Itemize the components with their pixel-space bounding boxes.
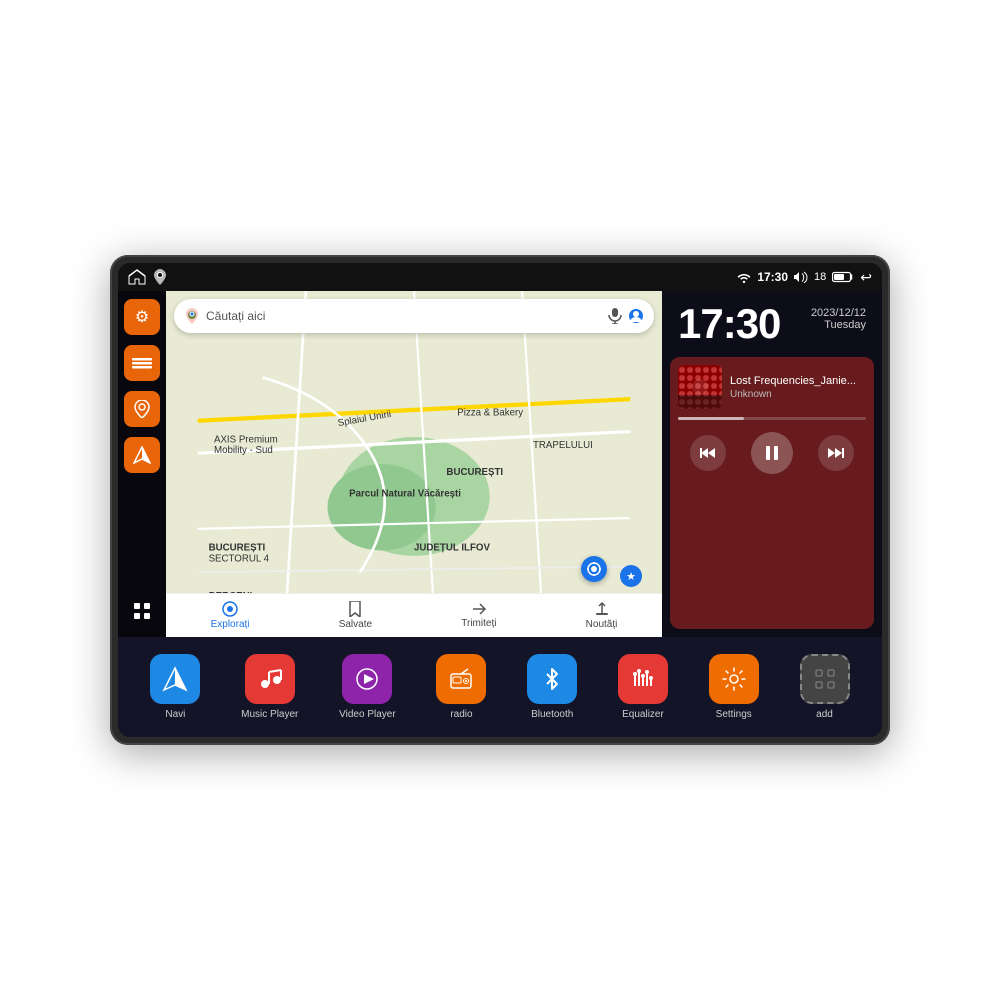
svg-text:BUCUREȘTI: BUCUREȘTI [209,543,266,554]
app-radio-label: radio [450,709,472,720]
app-music-label: Music Player [241,709,298,720]
clock-date: 2023/12/12 [811,307,866,319]
app-add-label: add [816,709,833,720]
left-sidebar: ⚙ [118,291,166,637]
sidebar-dots-btn[interactable] [124,593,160,629]
app-video-label: Video Player [339,709,396,720]
maps-logo [184,308,200,324]
home-icon[interactable] [128,269,146,285]
app-equalizer[interactable]: Equalizer [618,654,668,720]
svg-text:Parcul Natural Văcărești: Parcul Natural Văcărești [349,488,461,499]
nav-location-btn[interactable] [581,556,607,582]
right-panel: 17:30 2023/12/12 Tuesday [662,291,882,637]
sidebar-map-btn[interactable] [124,391,160,427]
app-bluetooth[interactable]: Bluetooth [527,654,577,720]
sidebar-nav-btn[interactable] [124,437,160,473]
app-add[interactable]: add [800,654,850,720]
map-area[interactable]: AXIS Premium Mobility - Sud Pizza & Bake… [166,291,662,637]
clock-day: Tuesday [811,319,866,331]
svg-text:AXIS Premium: AXIS Premium [214,434,278,445]
main-area: ⚙ [118,291,882,637]
album-art [678,365,722,409]
map-search-text: Căutați aici [206,309,602,323]
map-container: AXIS Premium Mobility - Sud Pizza & Bake… [166,291,662,637]
svg-text:Mobility - Sud: Mobility - Sud [214,445,273,456]
map-icon[interactable] [154,269,166,285]
svg-text:BUCUREȘTI: BUCUREȘTI [446,467,503,478]
map-news-btn[interactable]: Noutăți [586,601,618,630]
svg-text:TRAPELULUI: TRAPELULUI [533,440,593,451]
progress-bar-bg [678,417,866,420]
map-search-bar[interactable]: Căutați aici [174,299,654,333]
music-player: Lost Frequencies_Janie... Unknown [670,357,874,629]
svg-text:JUDEȚUL ILFOV: JUDEȚUL ILFOV [414,543,490,554]
news-label: Noutăți [586,619,618,630]
sidebar-settings-btn[interactable]: ⚙ [124,299,160,335]
clock-area: 17:30 2023/12/12 Tuesday [662,291,882,357]
app-radio[interactable]: radio [436,654,486,720]
map-share-btn[interactable]: Trimiteți [461,602,496,629]
progress-bar-fill [678,417,744,420]
saved-label: Salvate [339,619,372,630]
track-details: Lost Frequencies_Janie... Unknown [730,375,866,400]
device-screen: 17:30 18 ↩ [118,263,882,737]
map-explore-btn[interactable]: Explorați [211,601,250,630]
track-artist: Unknown [730,389,866,400]
volume-icon[interactable] [794,271,808,283]
account-icon[interactable] [628,308,644,324]
app-settings-label: Settings [716,709,752,720]
app-bluetooth-label: Bluetooth [531,709,573,720]
nav-star-btn[interactable]: ★ [620,565,642,587]
app-navi-label: Navi [165,709,185,720]
apps-row: Navi Music Player [118,637,882,737]
app-navi[interactable]: Navi [150,654,200,720]
music-track-info: Lost Frequencies_Janie... Unknown [678,365,866,409]
back-icon[interactable]: ↩ [860,269,872,286]
music-controls [678,428,866,478]
app-settings[interactable]: Settings [709,654,759,720]
explore-label: Explorați [211,619,250,630]
sidebar-files-btn[interactable] [124,345,160,381]
battery-icon [832,271,854,283]
track-name: Lost Frequencies_Janie... [730,375,866,387]
svg-text:Pizza & Bakery: Pizza & Bakery [457,407,523,418]
next-button[interactable] [818,435,854,471]
status-time: 17:30 [757,270,788,284]
app-music[interactable]: Music Player [241,654,298,720]
svg-text:SECTORUL 4: SECTORUL 4 [209,553,270,564]
mic-icon[interactable] [608,308,622,324]
status-left [128,269,166,285]
status-bar: 17:30 18 ↩ [118,263,882,291]
share-label: Trimiteți [461,618,496,629]
map-svg: AXIS Premium Mobility - Sud Pizza & Bake… [166,291,662,637]
app-equalizer-label: Equalizer [622,709,664,720]
prev-button[interactable] [690,435,726,471]
device-frame: 17:30 18 ↩ [110,255,890,745]
wifi-icon [737,271,751,283]
battery-level: 18 [814,271,826,283]
status-right: 17:30 18 ↩ [737,269,872,286]
map-saved-btn[interactable]: Salvate [339,601,372,630]
app-video[interactable]: Video Player [339,654,396,720]
clock-time: 17:30 [678,303,780,345]
pause-button[interactable] [751,432,793,474]
map-bottom-bar: Explorați Salvate Trimiteț [166,593,662,637]
